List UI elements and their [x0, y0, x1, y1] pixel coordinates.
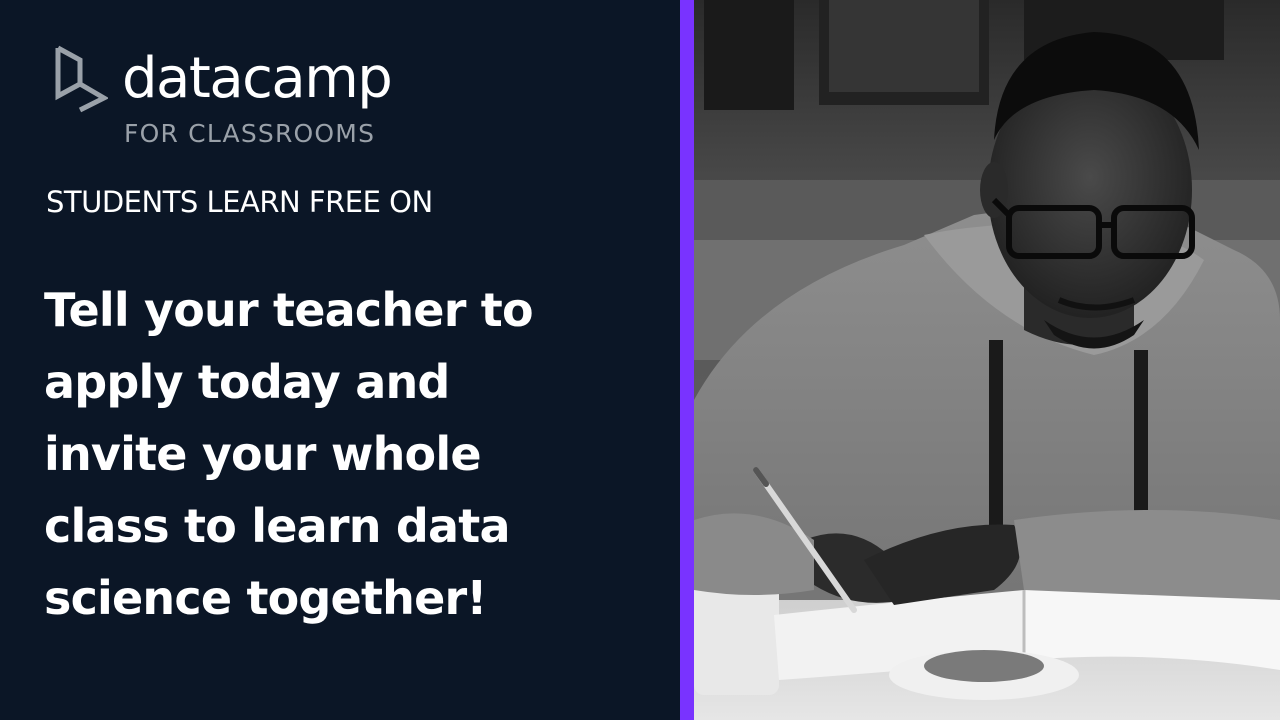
student-writing-photo [694, 0, 1280, 720]
text-panel: datacamp FOR CLASSROOMS STUDENTS LEARN F… [0, 0, 680, 720]
headline: Tell your teacher to apply today and inv… [44, 274, 644, 634]
headline-line: science together! [44, 571, 487, 625]
headline-line: Tell your teacher to [44, 283, 534, 337]
brand-tagline: FOR CLASSROOMS [124, 119, 376, 148]
headline-line: class to learn data [44, 499, 511, 553]
datacamp-logo-icon [55, 45, 108, 113]
brand-lockup: datacamp FOR CLASSROOMS [52, 42, 432, 152]
eyebrow-text: STUDENTS LEARN FREE ON [46, 185, 433, 219]
brand-name: datacamp [122, 46, 393, 111]
photo-illustration [694, 0, 1280, 720]
promo-banner: datacamp FOR CLASSROOMS STUDENTS LEARN F… [0, 0, 1280, 720]
headline-line: invite your whole [44, 427, 482, 481]
accent-divider [680, 0, 694, 720]
headline-line: apply today and [44, 355, 450, 409]
